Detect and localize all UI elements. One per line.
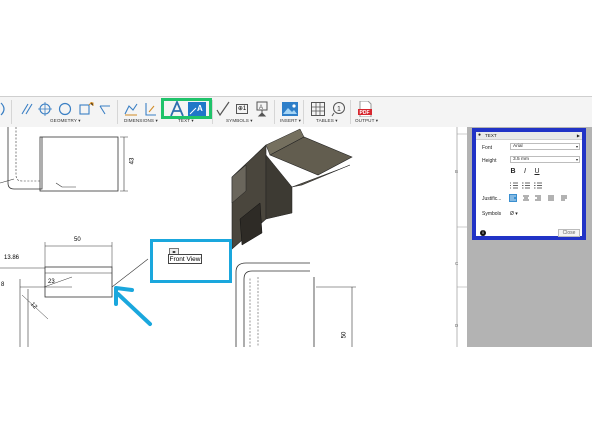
info-icon[interactable]: i <box>480 230 486 236</box>
numbered-list-icon[interactable] <box>522 182 530 189</box>
symbols-select[interactable]: Ø ▾ <box>510 211 518 217</box>
dimension-23[interactable]: 23 <box>48 279 55 285</box>
bold-button[interactable]: B <box>509 168 517 176</box>
justification-label: Justific... <box>482 196 502 202</box>
text-tools-highlight <box>161 98 212 119</box>
height-value: 3.5 mm <box>513 157 529 162</box>
dimensions-group-label[interactable]: DIMENSIONS ▾ <box>124 118 158 124</box>
italic-button[interactable]: I <box>521 168 529 176</box>
surface-texture-icon[interactable] <box>216 101 230 117</box>
separator <box>303 100 304 124</box>
pdf-label: PDF <box>360 110 370 116</box>
lettered-list-icon[interactable] <box>534 182 542 189</box>
tables-group-label[interactable]: TABLES ▾ <box>316 118 338 124</box>
separator <box>117 100 118 124</box>
justify-right-button[interactable] <box>534 194 542 202</box>
chevron-down-icon: ▾ <box>575 144 578 149</box>
table-icon[interactable] <box>311 101 325 117</box>
point-tool-icon[interactable] <box>78 101 94 117</box>
dimension-50-top[interactable]: 50 <box>74 237 81 243</box>
bullet-list-icon[interactable] <box>510 182 518 189</box>
dimension-tool-icon[interactable] <box>124 101 138 117</box>
drawing-sheet <box>0 127 467 347</box>
zone-label-d: D <box>455 323 459 328</box>
feature-control-frame-label: ⊕1 <box>235 104 249 114</box>
ordinate-dimension-icon[interactable] <box>143 101 157 117</box>
text-panel-title: TEXT <box>485 133 497 138</box>
dimension-50-right[interactable]: 50 <box>341 332 347 339</box>
balloon-icon[interactable]: 1 <box>331 101 345 117</box>
pdf-output-icon[interactable]: PDF <box>358 101 372 117</box>
symbols-group-label[interactable]: SYMBOLS ▾ <box>226 118 253 124</box>
zone-label-c: C <box>455 261 459 266</box>
font-select[interactable]: Arial ▾ <box>510 143 580 150</box>
dimension-43[interactable]: 43 <box>129 158 135 165</box>
justify-distributed-button[interactable] <box>560 194 568 202</box>
edge-extension-icon[interactable] <box>98 101 112 117</box>
font-value: Arial <box>513 144 523 149</box>
justify-left-button[interactable] <box>509 194 517 202</box>
symbols-label: Symbols <box>482 211 502 217</box>
ribbon-toolbar: GEOMETRY ▾ DIMENSIONS ▾ A TEXT ▾ ⊕1 A SY… <box>0 96 592 128</box>
note-highlight <box>150 239 232 283</box>
insert-group-label[interactable]: INSERT ▾ <box>280 118 301 124</box>
close-button[interactable]: Close <box>558 229 580 237</box>
text-panel: ● TEXT ▶ Font Arial ▾ Height 3.5 mm ▾ B … <box>472 128 586 240</box>
drawing-canvas[interactable]: 43 50 13.86 23 8 12 50 B C D ◂▸ Front Vi… <box>0 127 467 347</box>
justify-full-button[interactable] <box>547 194 555 202</box>
underline-button[interactable]: U <box>533 168 541 176</box>
pointer-arrow-icon <box>114 286 152 326</box>
font-label: Font <box>482 145 493 151</box>
output-group-label[interactable]: OUTPUT ▾ <box>355 118 378 124</box>
panel-expand-icon[interactable]: ▶ <box>577 132 580 139</box>
dimension-13-86[interactable]: 13.86 <box>4 255 19 261</box>
datum-identifier-icon[interactable]: A <box>256 101 268 117</box>
separator <box>11 100 12 124</box>
feature-control-frame-button[interactable]: ⊕1 <box>233 101 251 117</box>
dimension-8[interactable]: 8 <box>1 282 4 288</box>
zone-label-b: B <box>455 169 459 174</box>
text-panel-header[interactable]: ● TEXT ▶ <box>476 132 582 140</box>
panel-info-dot-icon: ● <box>478 132 482 138</box>
insert-image-icon[interactable] <box>282 101 298 117</box>
balloon-number: 1 <box>337 106 341 113</box>
separator <box>212 100 213 124</box>
arc-tool-icon[interactable] <box>0 101 8 117</box>
height-input[interactable]: 3.5 mm ▾ <box>510 156 580 163</box>
justify-center-button[interactable] <box>522 194 530 202</box>
chevron-down-icon: ▾ <box>575 157 578 162</box>
centerline-tool-icon[interactable] <box>20 101 34 117</box>
geometry-group-label[interactable]: GEOMETRY ▾ <box>50 118 81 124</box>
separator <box>350 100 351 124</box>
separator <box>274 100 275 124</box>
center-mark-icon[interactable] <box>38 101 52 117</box>
circle-tool-icon[interactable] <box>58 101 72 117</box>
height-label: Height <box>482 158 497 164</box>
